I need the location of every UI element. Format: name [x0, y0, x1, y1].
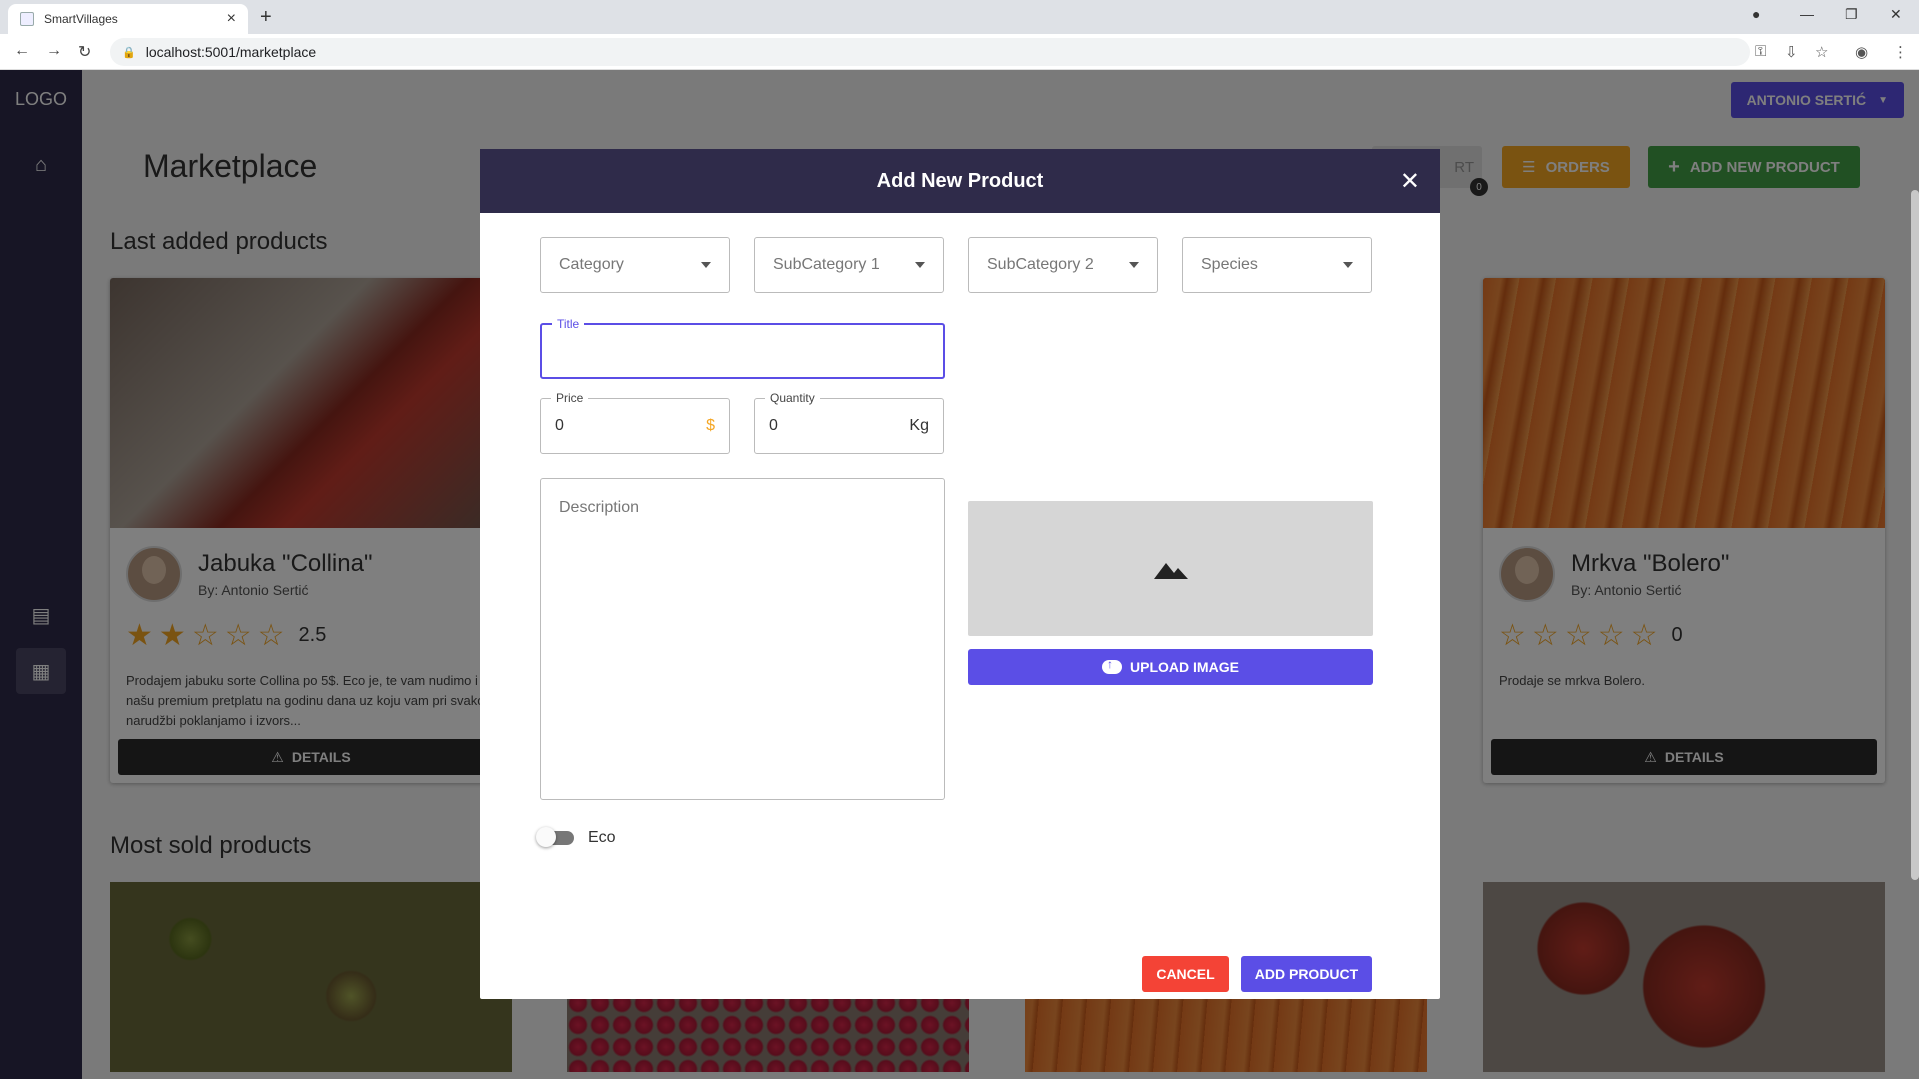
key-icon[interactable]: ⚿ [1755, 43, 1766, 60]
eco-label: Eco [588, 829, 616, 846]
eco-toggle-row: Eco [536, 827, 616, 847]
description-textarea[interactable]: Description [540, 478, 945, 800]
category-select[interactable]: Category [540, 237, 730, 293]
price-value: 0 [555, 417, 564, 434]
close-icon[interactable]: ✕ [1400, 167, 1420, 196]
dialog-title: Add New Product [876, 169, 1044, 192]
eco-switch[interactable] [536, 827, 574, 847]
bookmark-star-icon[interactable]: ☆ [1815, 43, 1828, 61]
dollar-icon: $ [706, 417, 715, 434]
reload-icon[interactable]: ↻ [78, 42, 91, 62]
minimize-icon[interactable]: — [1800, 6, 1814, 22]
quantity-unit: Kg [909, 417, 929, 434]
quantity-label: Quantity [765, 391, 820, 405]
chevron-down-icon [1129, 262, 1139, 268]
cloud-upload-icon [1102, 657, 1123, 674]
subcategory2-select-label: SubCategory 2 [987, 256, 1094, 273]
category-select-label: Category [559, 256, 624, 273]
tab-title: SmartVillages [44, 12, 118, 26]
price-input[interactable]: Price 0 $ [540, 391, 730, 454]
url-input[interactable]: 🔒 localhost:5001/marketplace [110, 38, 1750, 66]
species-select[interactable]: Species [1182, 237, 1372, 293]
price-label: Price [551, 391, 589, 405]
landscape-icon [1153, 562, 1188, 579]
close-window-icon[interactable]: ✕ [1890, 6, 1902, 23]
chevron-down-icon [1343, 262, 1353, 268]
chevron-down-icon [915, 262, 925, 268]
description-placeholder: Description [559, 499, 640, 516]
subcategory1-select-label: SubCategory 1 [773, 256, 880, 273]
cancel-button[interactable]: CANCEL [1142, 956, 1229, 992]
image-preview [968, 501, 1373, 636]
species-select-label: Species [1201, 256, 1258, 273]
add-product-dialog: Add New Product ✕ Category SubCategory 1… [480, 149, 1440, 999]
browser-tab[interactable]: SmartVillages × [8, 4, 248, 34]
title-input[interactable]: Title [540, 317, 945, 379]
subcategory2-select[interactable]: SubCategory 2 [968, 237, 1158, 293]
back-icon[interactable]: ← [14, 42, 30, 60]
lock-icon: 🔒 [122, 46, 136, 59]
restore-icon[interactable]: ❐ [1845, 6, 1858, 23]
app-root: LOGO ⌂ ▤ ▦ ANTONIO SERTIĆ ▼ Marketplace … [0, 70, 1919, 1079]
address-bar-row: ← → ↻ 🔒 localhost:5001/marketplace ⚿ ⇩ ☆… [0, 34, 1919, 70]
subcategory1-select[interactable]: SubCategory 1 [754, 237, 944, 293]
quantity-input[interactable]: Quantity 0 Kg [754, 391, 944, 454]
profile-menu-icon[interactable]: ● [1752, 6, 1760, 22]
add-product-button[interactable]: ADD PRODUCT [1241, 956, 1372, 992]
dialog-header: Add New Product ✕ [480, 149, 1440, 213]
upload-image-label: UPLOAD IMAGE [1130, 659, 1239, 675]
chevron-down-icon [701, 262, 711, 268]
install-icon[interactable]: ⇩ [1785, 43, 1798, 61]
quantity-value: 0 [769, 417, 778, 434]
browser-tab-strip: SmartVillages × + ● — ❐ ✕ [0, 0, 1919, 34]
upload-image-button[interactable]: UPLOAD IMAGE [968, 649, 1373, 685]
close-tab-icon[interactable]: × [227, 10, 236, 28]
browser-menu-icon[interactable]: ⋮ [1893, 43, 1908, 61]
favicon-icon [20, 12, 34, 26]
url-text: localhost:5001/marketplace [145, 44, 317, 60]
account-icon[interactable]: ◉ [1855, 43, 1868, 61]
forward-icon[interactable]: → [46, 42, 62, 60]
new-tab-icon[interactable]: + [260, 6, 272, 29]
page-scrollbar[interactable] [1911, 190, 1919, 880]
title-label: Title [552, 317, 585, 331]
